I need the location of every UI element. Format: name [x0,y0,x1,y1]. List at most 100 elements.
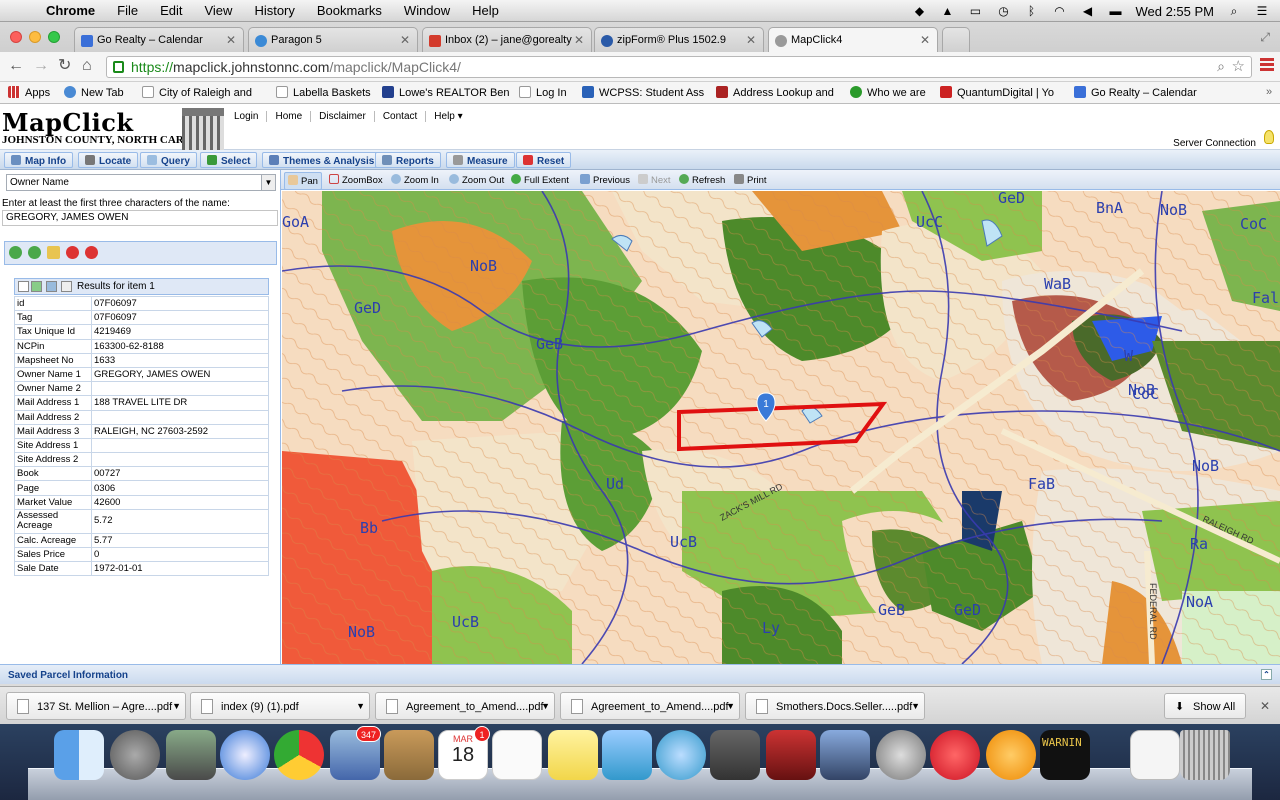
close-window-icon[interactable] [10,31,22,43]
tab-mapclick4[interactable]: MapClick4 ✕ [768,27,938,53]
expand-toggle-icon[interactable]: ⌃ [1261,669,1272,680]
launchpad-icon[interactable] [110,730,160,780]
download-item[interactable]: 137 St. Mellion – Agre....pdf ▼ [6,692,186,720]
next-tool[interactable]: Next [638,174,671,186]
refresh-tool[interactable]: Refresh [679,174,725,186]
bookmark-address-lookup[interactable]: Address Lookup and [716,86,834,99]
nav-help[interactable]: Help ▾ [426,111,470,122]
notification-center-icon[interactable]: ☰ [1254,5,1270,17]
menu-bookmarks[interactable]: Bookmarks [317,3,382,18]
show-all-button[interactable]: ⬇ Show All [1164,693,1246,719]
download-item[interactable]: Agreement_to_Amend....pdf ▼ [560,692,740,720]
chevron-down-icon[interactable]: ▼ [356,701,365,711]
nav-home[interactable]: Home [267,110,312,122]
measure-button[interactable]: Measure [446,152,515,168]
clear-red-icon[interactable] [85,246,98,259]
soil-map[interactable]: 1 GoA GeD NoB GeB UcC GeD BnA NoB CoC Fal WaB NoB W C… [282,191,1280,664]
messages-icon[interactable] [656,730,706,780]
finder-icon[interactable] [54,730,104,780]
window-icon[interactable] [61,281,72,292]
menu-app[interactable]: Chrome [46,3,95,18]
bookmark-quantumdigital[interactable]: QuantumDigital | Yo [940,86,1054,99]
menu-edit[interactable]: Edit [160,3,182,18]
itunes-icon[interactable] [930,730,980,780]
new-tab-button[interactable] [942,27,970,52]
close-tab-icon[interactable]: ✕ [920,33,930,47]
zoom-in-tool[interactable]: Zoom In [391,174,439,186]
more-bookmarks-icon[interactable]: » [1266,86,1272,98]
bookmark-apps[interactable]: Apps [8,86,50,99]
nav-contact[interactable]: Contact [375,110,427,122]
owner-name-input[interactable]: GREGORY, JAMES OWEN [2,210,278,226]
export-icon[interactable] [31,281,42,292]
clock[interactable]: Wed 2:55 PM [1135,4,1214,19]
chevron-down-icon[interactable]: ▼ [726,701,735,711]
search-type-select[interactable]: Owner Name ▼ [6,174,276,191]
chevron-down-icon[interactable]: ▼ [172,701,181,711]
bookmark-lowes-realtor[interactable]: Lowe's REALTOR Ben [382,86,510,99]
airplay-icon[interactable]: ▭ [967,5,983,17]
query-button[interactable]: Query [140,152,197,168]
safari-icon[interactable] [220,730,270,780]
add-green-icon[interactable] [9,246,22,259]
full-extent-tool[interactable]: Full Extent [511,174,569,186]
contacts-icon[interactable] [384,730,434,780]
battery-icon[interactable]: ▬ [1107,5,1123,17]
close-tab-icon[interactable]: ✕ [574,33,584,47]
folder-icon[interactable] [47,246,60,259]
fullscreen-icon[interactable]: ⤢ [1260,30,1270,45]
chrome-icon[interactable] [274,730,324,780]
tab-gmail-inbox[interactable]: Inbox (2) – jane@gorealty ✕ [422,27,592,52]
reset-button[interactable]: Reset [516,152,572,168]
bookmark-city-of-raleigh[interactable]: City of Raleigh and [142,86,252,99]
back-arrow-icon[interactable]: ← [8,58,24,74]
tab-go-realty-calendar[interactable]: Go Realty – Calendar ✕ [74,27,244,52]
ibooks-icon[interactable] [986,730,1036,780]
chevron-down-icon[interactable]: ▼ [541,701,550,711]
nav-login[interactable]: Login [226,110,268,122]
reports-button[interactable]: Reports [375,152,441,168]
checkbox-icon[interactable] [18,281,29,292]
bluetooth-icon[interactable]: ᛒ [1023,5,1039,17]
close-download-shelf-icon[interactable]: ✕ [1260,699,1270,713]
zoom-to-icon[interactable] [46,281,57,292]
chrome-menu-icon[interactable] [1260,58,1274,72]
image-capture-icon[interactable] [166,730,216,780]
previous-tool[interactable]: Previous [580,174,630,186]
reminders-icon[interactable] [492,730,542,780]
reload-icon[interactable]: ↻ [58,58,71,74]
bookmark-go-realty-calendar[interactable]: Go Realty – Calendar [1074,86,1197,99]
remove-red-icon[interactable] [66,246,79,259]
bookmark-labella-baskets[interactable]: Labella Baskets [276,86,371,99]
console-icon[interactable]: WARNIN [1040,730,1090,780]
zoombox-tool[interactable]: ZoomBox [329,174,383,186]
bookmark-who-we-are[interactable]: Who we are [850,86,926,99]
download-item[interactable]: Agreement_to_Amend....pdf ▼ [375,692,555,720]
time-machine-icon[interactable]: ◷ [995,5,1011,17]
download-item[interactable]: index (9) (1).pdf ▼ [190,692,370,720]
saved-parcel-bar[interactable]: Saved Parcel Information ⌃ [0,664,1280,684]
bookmark-star-icon[interactable]: ☆ [1232,57,1245,75]
menu-help[interactable]: Help [472,3,499,18]
menu-window[interactable]: Window [404,3,450,18]
notes-icon[interactable] [548,730,598,780]
close-tab-icon[interactable]: ✕ [226,33,236,47]
menu-file[interactable]: File [117,3,138,18]
nav-disclaimer[interactable]: Disclaimer [311,110,375,122]
bookmark-wcpss[interactable]: WCPSS: Student Ass [582,86,704,99]
close-tab-icon[interactable]: ✕ [400,33,410,47]
menu-history[interactable]: History [254,3,294,18]
add-all-green-icon[interactable] [28,246,41,259]
volume-icon[interactable]: ◀ [1079,5,1095,17]
notification-bell-icon[interactable]: ▲ [939,5,955,17]
iphoto-icon[interactable] [820,730,870,780]
download-item[interactable]: Smothers.Docs.Seller.....pdf ▼ [745,692,925,720]
photo-booth-icon[interactable] [766,730,816,780]
zoom-magnifier-icon[interactable]: ⌕ [1217,58,1225,75]
menu-view[interactable]: View [204,3,232,18]
tab-zipform[interactable]: zipForm® Plus 1502.9 ✕ [594,27,764,52]
zoom-out-tool[interactable]: Zoom Out [449,174,504,186]
address-bar[interactable]: https://mapclick.johnstonnc.com/mapclick… [106,56,1252,78]
bookmark-log-in[interactable]: Log In [519,86,567,99]
home-icon[interactable]: ⌂ [82,58,92,74]
